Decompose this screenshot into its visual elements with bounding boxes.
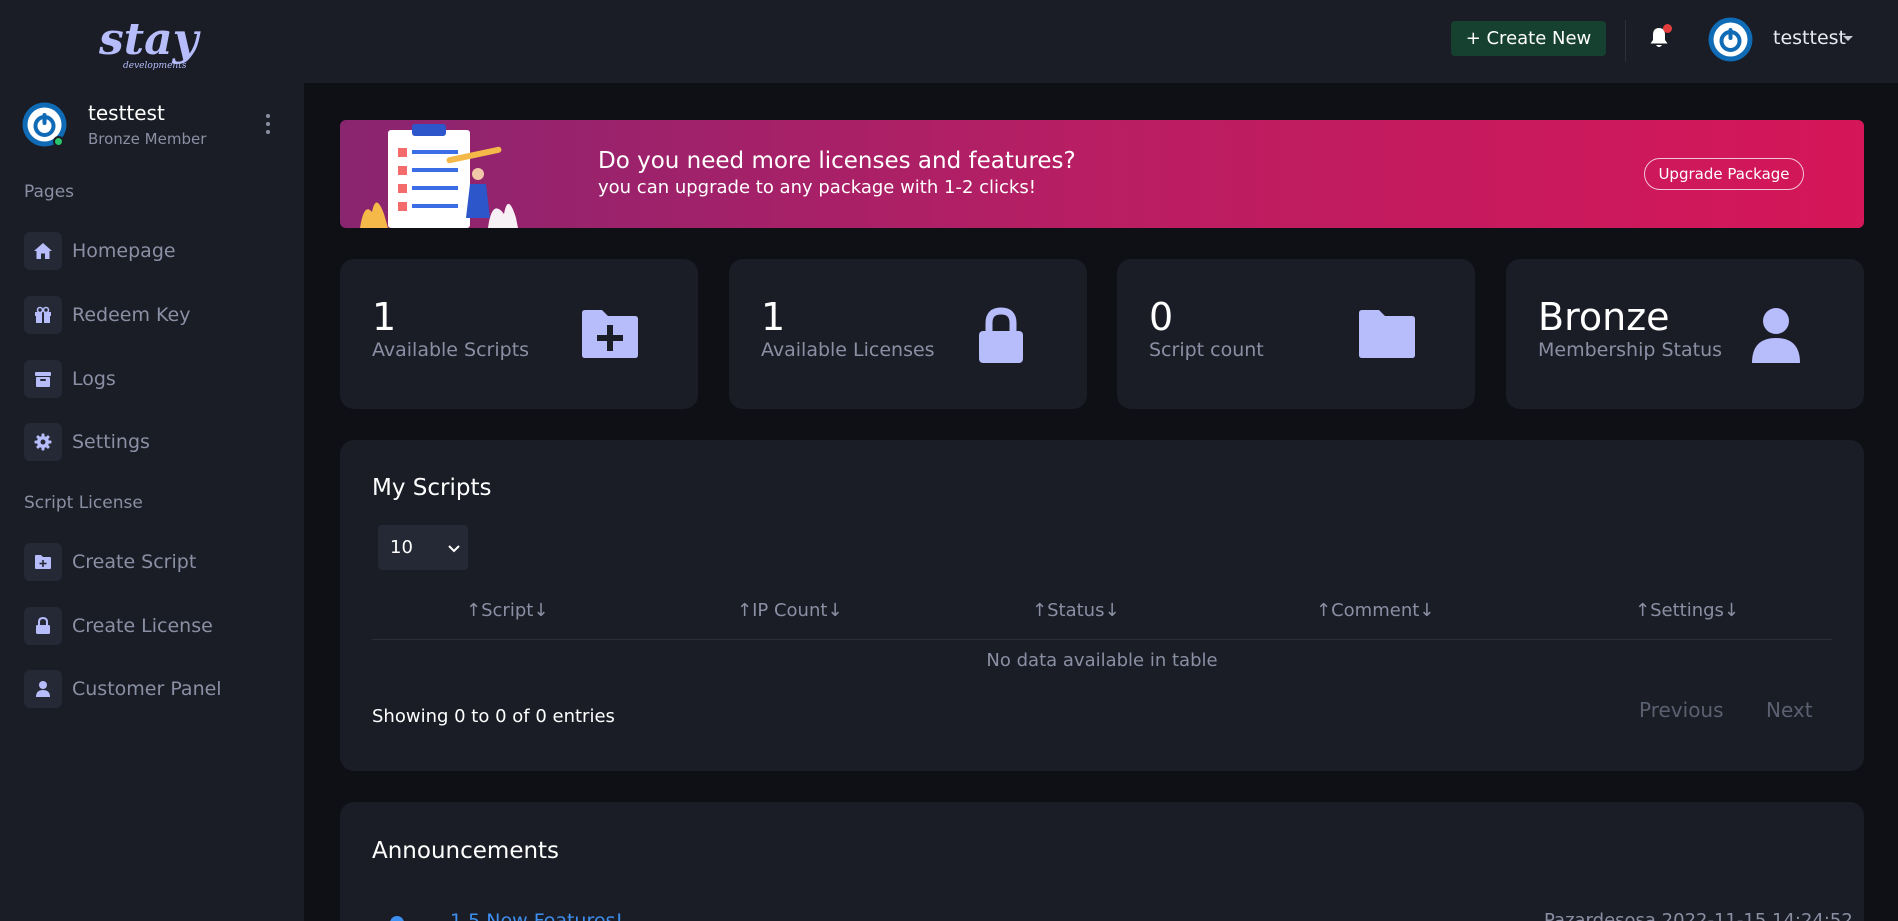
- sidebar-item-settings[interactable]: Settings: [24, 422, 150, 462]
- page-size-value: 10: [390, 537, 413, 558]
- svg-text:stay: stay: [98, 14, 202, 65]
- sidebar-item-label: Create License: [72, 615, 213, 637]
- stat-card-available-licenses: 1 Available Licenses: [729, 259, 1087, 409]
- banner-subtitle: you can upgrade to any package with 1-2 …: [598, 177, 1036, 198]
- header-username[interactable]: testtest: [1773, 27, 1846, 49]
- panel-title: Announcements: [372, 838, 560, 864]
- clipboard-illustration-icon: [358, 122, 528, 228]
- sidebar: stay developments testtest Bronze Member…: [0, 0, 304, 921]
- folder-plus-icon: [580, 305, 640, 365]
- notification-badge: [1663, 24, 1672, 33]
- user-icon: [1746, 305, 1806, 365]
- stat-value: 1: [372, 295, 397, 339]
- sidebar-user-role: Bronze Member: [88, 130, 207, 148]
- page-size-select[interactable]: 10: [378, 525, 468, 570]
- stat-value: Bronze: [1538, 295, 1670, 339]
- home-icon: [24, 232, 62, 270]
- sidebar-item-create-license[interactable]: Create License: [24, 606, 213, 646]
- chevron-down-icon: [446, 540, 462, 556]
- gear-icon: [24, 423, 62, 461]
- sidebar-item-customer-panel[interactable]: Customer Panel: [24, 669, 222, 709]
- stat-card-available-scripts: 1 Available Scripts: [340, 259, 698, 409]
- sidebar-item-create-script[interactable]: Create Script: [24, 542, 196, 582]
- section-script-license: Script License: [24, 493, 143, 513]
- online-status-dot: [53, 136, 64, 147]
- sidebar-username: testtest: [88, 101, 165, 125]
- header-avatar[interactable]: [1708, 17, 1753, 62]
- next-page-button[interactable]: Next: [1766, 698, 1813, 722]
- panel-title: My Scripts: [372, 475, 492, 501]
- my-scripts-panel: My Scripts 10 ↑Script↓ ↑IP Count↓ ↑Statu…: [340, 440, 1864, 771]
- archive-icon: [24, 360, 62, 398]
- more-options-icon[interactable]: [263, 114, 273, 134]
- lock-icon: [971, 305, 1031, 365]
- banner-title: Do you need more licenses and features?: [598, 148, 1076, 174]
- stat-label: Available Licenses: [761, 339, 935, 361]
- announcements-panel: Announcements 1.5 New Features! Pazardes…: [340, 802, 1864, 921]
- sidebar-item-redeem-key[interactable]: Redeem Key: [24, 295, 190, 335]
- upgrade-banner: Do you need more licenses and features? …: [340, 120, 1864, 228]
- stat-value: 0: [1149, 295, 1174, 339]
- brand-logo[interactable]: stay developments: [95, 10, 205, 72]
- lock-icon: [24, 607, 62, 645]
- stat-card-script-count: 0 Script count: [1117, 259, 1475, 409]
- sidebar-item-label: Logs: [72, 368, 116, 390]
- user-icon: [24, 670, 62, 708]
- stat-label: Script count: [1149, 339, 1264, 361]
- column-header-ip-count[interactable]: ↑IP Count↓: [737, 600, 843, 621]
- stat-card-membership: Bronze Membership Status: [1506, 259, 1864, 409]
- table-info: Showing 0 to 0 of 0 entries: [372, 706, 615, 727]
- folder-icon: [1357, 305, 1417, 365]
- announcement-date: Pazardesosa 2022-11-15 14:24:52: [1544, 910, 1853, 921]
- stat-label: Available Scripts: [372, 339, 530, 361]
- section-pages: Pages: [24, 182, 75, 202]
- announcement-icon: [390, 916, 404, 921]
- sidebar-item-label: Settings: [72, 431, 150, 453]
- column-header-status[interactable]: ↑Status↓: [1032, 600, 1120, 621]
- column-header-settings[interactable]: ↑Settings↓: [1635, 600, 1739, 621]
- previous-page-button[interactable]: Previous: [1639, 698, 1724, 722]
- create-new-button[interactable]: + Create New: [1451, 21, 1606, 56]
- table-header-divider: [372, 639, 1832, 640]
- sidebar-item-label: Homepage: [72, 240, 176, 262]
- sidebar-item-label: Redeem Key: [72, 304, 191, 326]
- sidebar-item-label: Customer Panel: [72, 678, 222, 700]
- upgrade-package-button[interactable]: Upgrade Package: [1644, 158, 1804, 190]
- stat-label: Membership Status: [1538, 339, 1723, 361]
- header-divider: [1625, 20, 1626, 62]
- table-empty-message: No data available in table: [986, 650, 1218, 671]
- svg-text:developments: developments: [123, 61, 187, 71]
- stat-value: 1: [761, 295, 786, 339]
- sidebar-item-label: Create Script: [72, 551, 197, 573]
- chevron-down-icon[interactable]: [1843, 36, 1853, 41]
- sidebar-item-homepage[interactable]: Homepage: [24, 231, 176, 271]
- gift-icon: [24, 296, 62, 334]
- sidebar-item-logs[interactable]: Logs: [24, 359, 116, 399]
- folder-plus-icon: [24, 543, 62, 581]
- announcement-link[interactable]: 1.5 New Features!: [450, 910, 623, 921]
- column-header-comment[interactable]: ↑Comment↓: [1316, 600, 1434, 621]
- column-header-script[interactable]: ↑Script↓: [466, 600, 548, 621]
